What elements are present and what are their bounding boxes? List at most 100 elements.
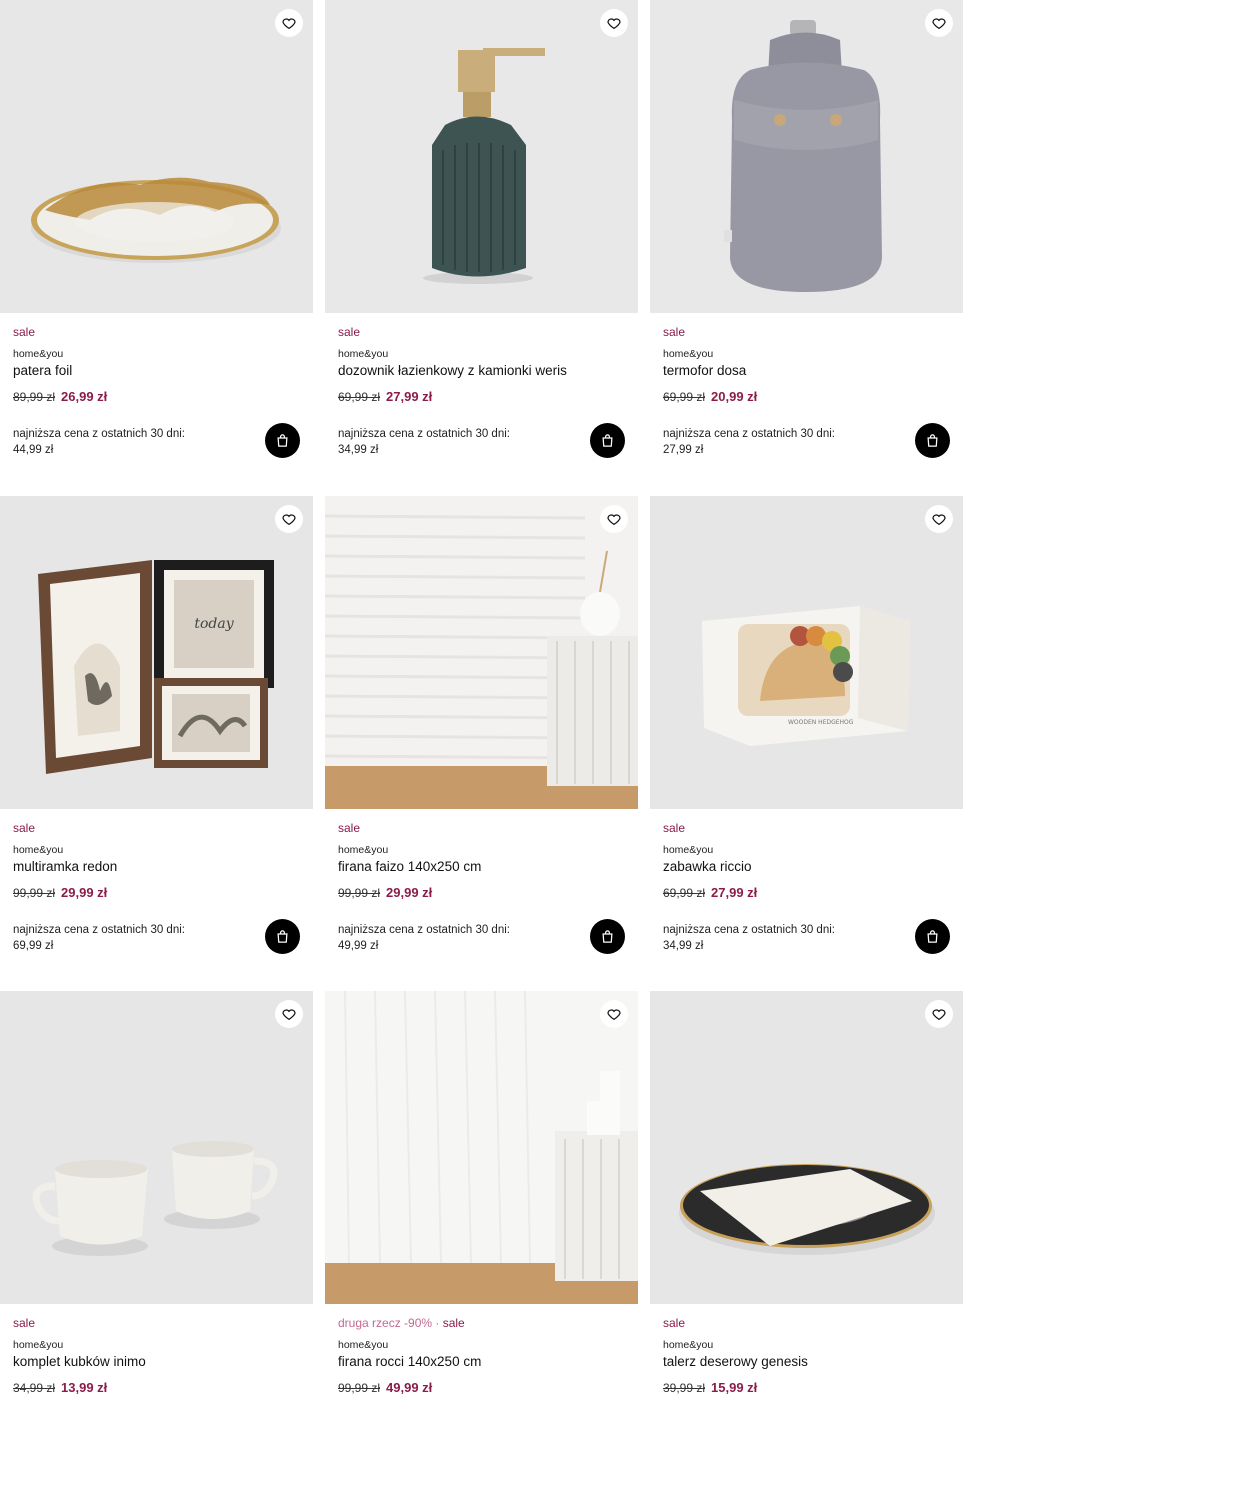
product-title[interactable]: firana faizo 140x250 cm	[338, 859, 481, 874]
product-title[interactable]: termofor dosa	[663, 363, 746, 378]
product-prices: 99,99 zł 29,99 zł	[13, 885, 107, 900]
product-prices: 39,99 zł 15,99 zł	[663, 1380, 757, 1395]
lowest-price-info: najniższa cena z ostatnich 30 dni: 49,99 …	[338, 924, 510, 952]
old-price: 99,99 zł	[338, 1381, 381, 1395]
sale-price: 49,99 zł	[386, 1380, 433, 1395]
sale-tag: sale	[338, 821, 361, 835]
sale-tag: sale	[663, 1316, 686, 1330]
heart-icon	[282, 514, 296, 526]
old-price: 69,99 zł	[663, 886, 706, 900]
product-brand: home&you	[338, 348, 389, 360]
sale-tag: sale	[663, 325, 686, 339]
product-brand: home&you	[663, 1339, 714, 1351]
wishlist-button[interactable]	[925, 9, 953, 37]
heart-icon	[607, 1009, 621, 1021]
product-title[interactable]: talerz deserowy genesis	[663, 1354, 808, 1369]
product-brand: home&you	[338, 1339, 389, 1351]
wishlist-button[interactable]	[600, 505, 628, 533]
shopping-bag-icon	[602, 930, 613, 943]
product-brand: home&you	[13, 348, 64, 360]
old-price: 99,99 zł	[13, 886, 56, 900]
product-image[interactable]	[325, 991, 638, 1304]
product-brand: home&you	[13, 844, 64, 856]
heart-icon	[607, 514, 621, 526]
old-price: 34,99 zł	[13, 1381, 56, 1395]
product-image[interactable]: today	[0, 496, 313, 809]
product-image[interactable]	[325, 496, 638, 809]
wishlist-button[interactable]	[925, 505, 953, 533]
shopping-bag-icon	[927, 434, 938, 447]
heart-icon	[932, 1009, 946, 1021]
product-image[interactable]	[325, 0, 638, 313]
product-card[interactable]: today sale home&you multiramka redon 99,…	[0, 496, 313, 991]
product-title[interactable]: zabawka riccio	[663, 859, 752, 874]
product-brand: home&you	[13, 1339, 64, 1351]
product-card[interactable]: sale home&you termofor dosa 69,99 zł 20,9…	[650, 0, 963, 495]
sale-price: 29,99 zł	[386, 885, 433, 900]
product-prices: 34,99 zł 13,99 zł	[13, 1380, 107, 1395]
svg-text:today: today	[194, 616, 234, 632]
wishlist-button[interactable]	[600, 1000, 628, 1028]
sale-tag: sale	[338, 325, 361, 339]
product-title[interactable]: patera foil	[13, 363, 72, 378]
product-image[interactable]	[650, 991, 963, 1304]
old-price: 89,99 zł	[13, 390, 56, 404]
sale-price: 15,99 zł	[711, 1380, 758, 1395]
shopping-bag-icon	[927, 930, 938, 943]
add-to-cart-button[interactable]	[915, 423, 950, 458]
sale-tag: sale	[13, 821, 36, 835]
sale-tag: sale	[13, 1316, 36, 1330]
wishlist-button[interactable]	[275, 1000, 303, 1028]
heart-icon	[607, 18, 621, 30]
product-prices: 69,99 zł 20,99 zł	[663, 389, 757, 404]
product-prices: 99,99 zł 29,99 zł	[338, 885, 432, 900]
lowest-price-info: najniższa cena z ostatnich 30 dni: 27,99 …	[663, 428, 835, 456]
product-title[interactable]: dozownik łazienkowy z kamionki weris	[338, 363, 567, 378]
add-to-cart-button[interactable]	[915, 919, 950, 954]
product-title[interactable]: firana rocci 140x250 cm	[338, 1354, 481, 1369]
product-card[interactable]: sale home&you dozownik łazienkowy z kami…	[325, 0, 638, 495]
product-title[interactable]: komplet kubków inimo	[13, 1354, 146, 1369]
add-to-cart-button[interactable]	[590, 919, 625, 954]
sale-tag: sale	[13, 325, 36, 339]
add-to-cart-button[interactable]	[265, 423, 300, 458]
product-prices: 89,99 zł 26,99 zł	[13, 389, 107, 404]
product-brand: home&you	[663, 844, 714, 856]
shopping-bag-icon	[602, 434, 613, 447]
heart-icon	[932, 514, 946, 526]
old-price: 69,99 zł	[663, 390, 706, 404]
product-card[interactable]: sale home&you firana faizo 140x250 cm 99…	[325, 496, 638, 991]
heart-icon	[282, 18, 296, 30]
wishlist-button[interactable]	[925, 1000, 953, 1028]
product-card[interactable]: sale home&you patera foil 89,99 zł 26,99 …	[0, 0, 313, 495]
add-to-cart-button[interactable]	[590, 423, 625, 458]
product-title[interactable]: multiramka redon	[13, 859, 117, 874]
add-to-cart-button[interactable]	[265, 919, 300, 954]
product-brand: home&you	[663, 348, 714, 360]
heart-icon	[282, 1009, 296, 1021]
svg-text:WOODEN HEDGEHOG: WOODEN HEDGEHOG	[788, 719, 854, 726]
lowest-price-info: najniższa cena z ostatnich 30 dni: 34,99 …	[663, 924, 835, 952]
product-prices: 99,99 zł 49,99 zł	[338, 1380, 432, 1395]
wishlist-button[interactable]	[600, 9, 628, 37]
sale-price: 27,99 zł	[386, 389, 433, 404]
wishlist-button[interactable]	[275, 9, 303, 37]
product-prices: 69,99 zł 27,99 zł	[663, 885, 757, 900]
shopping-bag-icon	[277, 434, 288, 447]
heart-icon	[932, 18, 946, 30]
sale-price: 29,99 zł	[61, 885, 108, 900]
product-image[interactable]: WOODEN HEDGEHOG	[650, 496, 963, 809]
sale-price: 26,99 zł	[61, 389, 108, 404]
wishlist-button[interactable]	[275, 505, 303, 533]
shopping-bag-icon	[277, 930, 288, 943]
lowest-price-info: najniższa cena z ostatnich 30 dni: 34,99 …	[338, 428, 510, 456]
product-brand: home&you	[338, 844, 389, 856]
product-image[interactable]	[650, 0, 963, 313]
old-price: 69,99 zł	[338, 390, 381, 404]
old-price: 39,99 zł	[663, 1381, 706, 1395]
product-card[interactable]: WOODEN HEDGEHOG sale home&you zabawka ri…	[650, 496, 963, 991]
product-image[interactable]	[0, 0, 313, 313]
product-prices: 69,99 zł 27,99 zł	[338, 389, 432, 404]
sale-price: 20,99 zł	[711, 389, 758, 404]
product-image[interactable]	[0, 991, 313, 1304]
